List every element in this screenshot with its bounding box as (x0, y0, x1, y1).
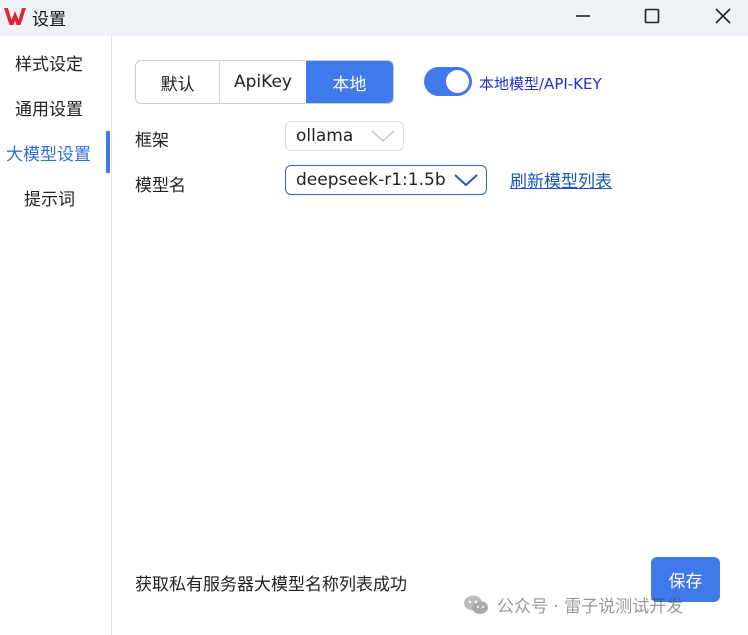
sidebar-item-label: 大模型设置 (6, 145, 91, 165)
close-icon (715, 8, 731, 24)
status-message: 获取私有服务器大模型名称列表成功 (135, 575, 407, 595)
tab-local[interactable]: 本地 (305, 61, 393, 103)
sidebar-item-llm[interactable]: 大模型设置 (0, 128, 112, 173)
toggle-label: 本地模型/API-KEY (479, 75, 602, 93)
tab-default[interactable]: 默认 (136, 61, 221, 103)
wechat-icon (464, 595, 488, 614)
sidebar-item-label: 样式设定 (15, 55, 83, 75)
sidebar-item-general[interactable]: 通用设置 (0, 83, 112, 127)
maximize-icon (644, 8, 660, 24)
chevron-down-icon (454, 174, 478, 187)
model-name-value: deepseek-r1:1.5b (296, 170, 446, 190)
window-title: 设置 (32, 10, 66, 30)
sidebar-item-label: 提示词 (24, 190, 75, 210)
framework-select[interactable]: ollama (285, 121, 404, 151)
settings-sidebar: 样式设定 通用设置 大模型设置 提示词 (0, 36, 112, 635)
sidebar-item-style[interactable]: 样式设定 (0, 38, 112, 82)
wps-logo-icon (4, 8, 26, 25)
close-button[interactable] (700, 0, 746, 32)
chevron-down-icon (371, 130, 395, 143)
watermark: 公众号 · 雷子说测试开发 (463, 592, 683, 617)
framework-label: 框架 (135, 131, 169, 151)
watermark-text: 公众号 · 雷子说测试开发 (497, 597, 684, 617)
toggle-knob (446, 70, 469, 93)
maximize-button[interactable] (629, 0, 675, 32)
sidebar-item-prompt[interactable]: 提示词 (0, 173, 112, 217)
tab-apikey[interactable]: ApiKey (220, 61, 305, 103)
mode-segmented-control: 默认 ApiKey 本地 (135, 60, 394, 104)
model-name-select[interactable]: deepseek-r1:1.5b (285, 165, 487, 195)
minimize-icon (576, 15, 590, 17)
local-model-toggle[interactable] (424, 67, 472, 96)
minimize-button[interactable] (560, 0, 606, 32)
title-bar: 设置 (0, 0, 748, 36)
refresh-model-list-link[interactable]: 刷新模型列表 (510, 167, 612, 192)
sidebar-item-label: 通用设置 (15, 100, 83, 120)
model-name-label: 模型名 (135, 176, 186, 196)
active-indicator (106, 131, 110, 173)
framework-value: ollama (296, 126, 354, 146)
